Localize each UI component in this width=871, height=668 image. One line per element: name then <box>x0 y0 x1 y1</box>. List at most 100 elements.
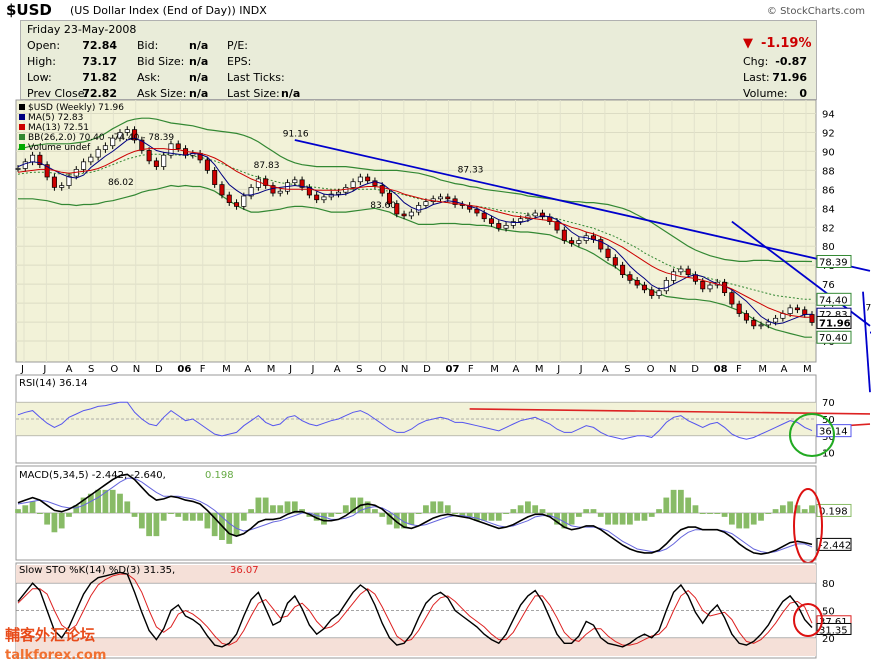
macd-histogram-bar <box>779 505 786 513</box>
candle-body <box>758 324 764 327</box>
candle-body <box>277 190 283 194</box>
candle-body <box>496 223 502 229</box>
macd-histogram-bar <box>182 513 189 521</box>
macd-histogram-bar <box>809 505 815 513</box>
candle-body <box>678 268 684 273</box>
macd-histogram-bar <box>15 509 21 513</box>
candle-body <box>605 248 611 258</box>
macd-histogram-bar <box>160 513 167 521</box>
macd-histogram-bar <box>728 513 735 525</box>
macd-histogram-bar <box>634 513 641 521</box>
price-annotation: 86.02 <box>108 178 134 188</box>
price-y-tick: 94 <box>822 109 835 120</box>
macd-histogram-bar <box>262 497 269 513</box>
candle-body <box>153 160 159 167</box>
candle-body <box>321 196 327 201</box>
macd-histogram-bar <box>444 505 451 513</box>
macd-histogram-bar <box>692 505 699 513</box>
candle-body <box>707 284 713 290</box>
sto-y-tick: 80 <box>822 579 835 590</box>
macd-histogram-bar <box>503 513 509 514</box>
month-label: D <box>691 364 699 375</box>
legend-label: Volume undef <box>28 143 91 153</box>
legend-label: MA(5) 72.83 <box>28 113 83 123</box>
legend-swatch <box>19 124 25 130</box>
macd-histogram-bar <box>758 513 764 521</box>
candle-body <box>51 176 57 188</box>
macd-histogram-bar <box>510 509 517 513</box>
price-y-tick: 86 <box>822 185 835 196</box>
candle-body <box>437 196 444 200</box>
macd-histogram-bar <box>707 513 713 514</box>
macd-histogram-bar <box>517 505 524 513</box>
candle-body <box>255 178 261 188</box>
month-label: S <box>356 364 362 375</box>
candle-body <box>809 314 815 323</box>
macd-histogram-bar <box>335 513 342 514</box>
month-label: J <box>20 364 24 375</box>
candle-body <box>663 280 669 292</box>
macd-histogram-bar <box>765 513 772 514</box>
month-label: M <box>490 364 499 375</box>
candle-body <box>350 181 356 188</box>
candle-body <box>219 184 225 196</box>
macd-histogram-bar <box>583 509 590 513</box>
candle-body <box>445 196 451 200</box>
macd-hist-value: 0.198 <box>819 506 848 517</box>
month-label: N <box>669 364 676 375</box>
candle-body <box>408 211 414 217</box>
candle-body <box>671 271 677 281</box>
macd-histogram-bar <box>328 513 335 517</box>
macd-histogram-bar <box>146 513 153 537</box>
month-label: A <box>781 364 788 375</box>
candle-body <box>569 240 575 244</box>
candle-body <box>488 218 495 224</box>
macd-histogram-bar <box>743 513 750 529</box>
macd-histogram-bar <box>342 505 349 513</box>
macd-histogram-bar <box>663 497 670 513</box>
macd-histogram-bar <box>109 489 116 513</box>
candle-body <box>365 176 371 182</box>
month-label: M <box>222 364 231 375</box>
right-label-value: 70.40 <box>819 333 848 344</box>
macd-histogram-bar <box>736 513 743 529</box>
month-label: O <box>110 364 118 375</box>
right-label-value: 74.40 <box>819 295 848 306</box>
legend-swatch <box>19 104 25 110</box>
macd-histogram-bar <box>576 513 582 517</box>
price-annotation: 74.48 <box>866 304 871 314</box>
macd-histogram-bar <box>66 513 72 517</box>
rsi-y-tick: 70 <box>822 398 835 409</box>
month-label: N <box>401 364 408 375</box>
month-label: N <box>133 364 140 375</box>
price-y-tick: 90 <box>822 147 835 158</box>
candle-body <box>161 154 167 167</box>
candle-body <box>722 281 728 294</box>
month-label: D <box>423 364 431 375</box>
candle-body <box>102 145 108 150</box>
month-label: M <box>758 364 767 375</box>
macd-histogram-bar <box>495 513 502 521</box>
month-label: 08 <box>714 364 728 375</box>
macd-histogram-bar <box>153 513 160 537</box>
candle-body <box>335 191 342 195</box>
macd-histogram-bar <box>648 513 655 517</box>
macd-histogram-bar <box>423 505 429 513</box>
candle-body <box>765 321 771 326</box>
candle-body <box>700 280 706 290</box>
legend-label: $USD (Weekly) 71.96 <box>28 103 124 113</box>
macd-histogram-bar <box>568 513 575 525</box>
candle-body <box>576 240 582 244</box>
price-y-tick: 92 <box>822 128 835 139</box>
candle-body <box>612 257 618 266</box>
sto-title: Slow STO %K(14) %D(3) 31.35, <box>19 565 175 576</box>
macd-histogram-bar <box>44 513 51 525</box>
candle-body <box>787 307 793 314</box>
macd-histogram-bar <box>240 513 247 521</box>
candle-body <box>743 313 749 321</box>
right-label-value: 71.96 <box>819 318 851 329</box>
month-label: F <box>468 364 474 375</box>
month-label: A <box>513 364 520 375</box>
sto-d-value-label: 36.07 <box>230 565 259 576</box>
candle-body <box>357 176 363 183</box>
